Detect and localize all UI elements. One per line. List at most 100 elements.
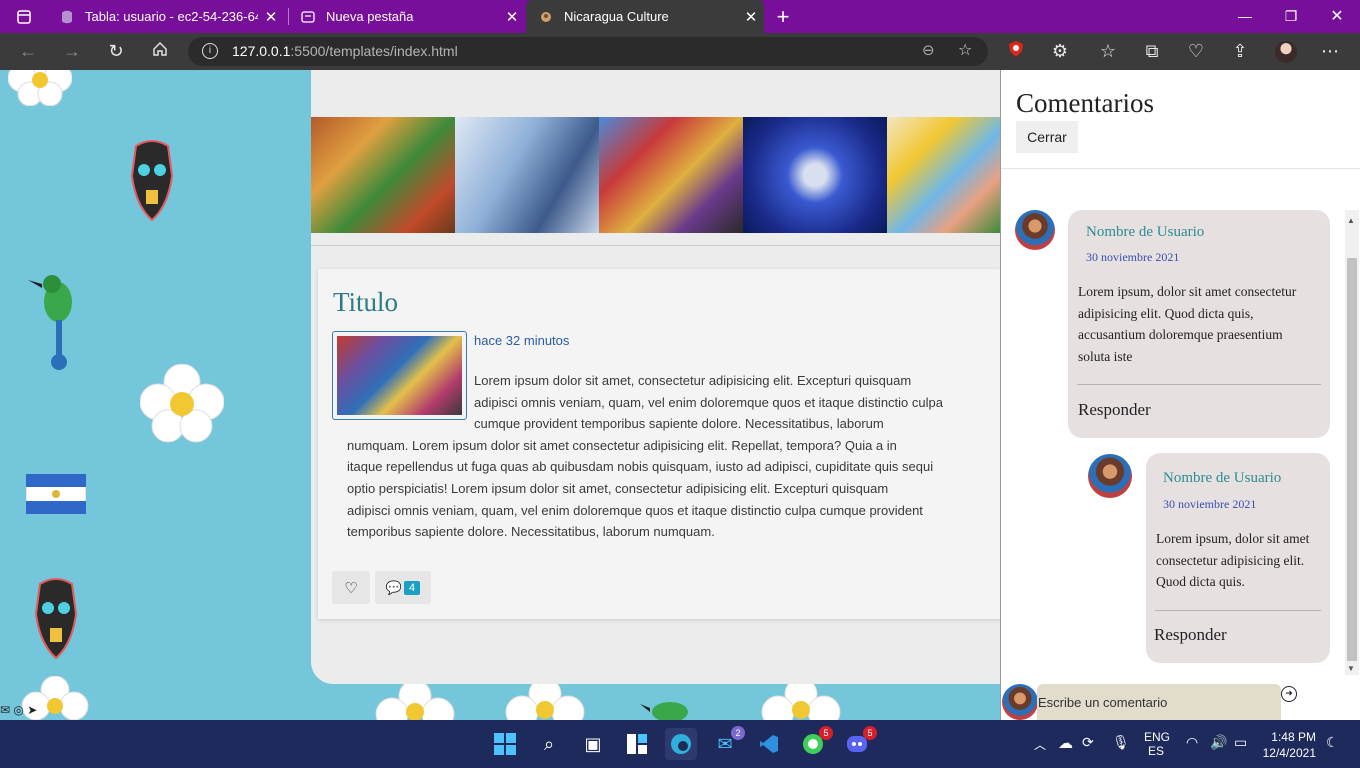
wifi-icon[interactable]: ◠: [1186, 734, 1198, 751]
search-button[interactable]: ⌕: [533, 728, 565, 760]
task-view-icon: ▣: [584, 733, 602, 754]
collections-button[interactable]: ⧉: [1134, 33, 1170, 70]
profile-button[interactable]: [1268, 33, 1304, 70]
show-hidden-icons[interactable]: ︿: [1034, 736, 1046, 753]
tab-nueva-pestana[interactable]: Nueva pestaña ✕: [288, 0, 525, 33]
new-tab-button[interactable]: +: [768, 0, 798, 33]
browser-toolbar: ← → ↻ i 127.0.0.1:5500/templates/index.h…: [0, 33, 1360, 70]
tab-title: Tabla: usuario - ec2-54-236-64-2: [85, 9, 258, 24]
settings-menu-button[interactable]: ⋯: [1312, 33, 1348, 70]
widgets-icon: [627, 734, 647, 754]
favorites-button[interactable]: ☆: [1090, 33, 1126, 70]
info-icon[interactable]: i: [202, 43, 218, 59]
notifications-icon[interactable]: ☾: [1326, 734, 1339, 751]
home-button[interactable]: [142, 33, 178, 70]
restore-button[interactable]: ❐: [1268, 0, 1314, 33]
avatar: [1002, 684, 1038, 720]
like-button[interactable]: ♡: [332, 571, 370, 604]
tab-nicaragua-culture[interactable]: Nicaragua Culture ✕: [526, 0, 764, 33]
whatsapp-icon[interactable]: ◎: [13, 703, 23, 717]
performance-button[interactable]: ♡: [1178, 33, 1214, 70]
avatar: [1275, 40, 1297, 63]
language-indicator[interactable]: ENG ES: [1144, 730, 1170, 758]
divider: [1155, 610, 1321, 611]
vscode-taskbar-button[interactable]: [753, 728, 785, 760]
url-host: 127.0.0.1: [232, 43, 291, 59]
clock-time: 1:48 PM: [1271, 730, 1316, 744]
heart-icon: ♡: [344, 579, 358, 597]
discord-badge: 5: [863, 726, 877, 740]
onedrive-icon[interactable]: ☁: [1058, 734, 1073, 752]
clock[interactable]: 1:48 PM 12/4/2021: [1262, 729, 1316, 761]
post-title: Titulo: [333, 287, 399, 317]
start-button[interactable]: [489, 728, 521, 760]
tab-title: Nueva pestaña: [326, 9, 414, 24]
discord-taskbar-button[interactable]: 5: [841, 726, 877, 760]
mail-icon[interactable]: ✉: [0, 703, 10, 717]
tab-title: Nicaragua Culture: [564, 9, 669, 24]
comment-input[interactable]: [1037, 684, 1281, 720]
shield-extension-icon: [1008, 40, 1024, 63]
extension-button[interactable]: [998, 33, 1034, 70]
mail-badge: 2: [731, 726, 745, 740]
divider: [1001, 168, 1360, 169]
close-comments-button[interactable]: Cerrar: [1016, 121, 1078, 153]
mask-icon: [34, 578, 78, 660]
back-button[interactable]: ←: [10, 33, 46, 70]
reply-button[interactable]: Responder: [1078, 400, 1151, 420]
sync-icon[interactable]: ⟳: [1082, 734, 1094, 751]
collections-icon: ⧉: [1145, 41, 1159, 61]
comments-button[interactable]: 💬 4: [375, 571, 431, 604]
mask-icon: [130, 140, 174, 222]
tab-usuario[interactable]: Tabla: usuario - ec2-54-236-64-2 ✕: [47, 0, 284, 33]
zoom-icon[interactable]: ⊖: [922, 41, 935, 59]
widgets-button[interactable]: [621, 728, 653, 760]
address-bar[interactable]: i 127.0.0.1:5500/templates/index.html ⊖ …: [188, 37, 988, 66]
nicaragua-flag-icon: [26, 474, 86, 514]
more-icon: ⋯: [1321, 41, 1339, 61]
culture-image-strip: [311, 117, 1001, 233]
post-body: Lorem ipsum dolor sit amet, consectetur …: [347, 373, 943, 540]
microphone-icon[interactable]: 🎙: [1112, 734, 1130, 751]
comment-username: Nombre de Usuario: [1163, 470, 1282, 486]
tab-actions-button[interactable]: [10, 0, 40, 33]
comments-panel: Comentarios Cerrar Nombre de Usuario 30 …: [1000, 70, 1360, 720]
send-icon[interactable]: ➜: [1281, 686, 1297, 702]
close-tab-icon[interactable]: ✕: [258, 8, 284, 26]
task-view-button[interactable]: ▣: [577, 728, 609, 760]
restore-icon: ❐: [1284, 8, 1298, 24]
reply-button[interactable]: Responder: [1154, 625, 1227, 645]
url-path: :5500/templates/index.html: [290, 43, 458, 59]
edge-taskbar-button[interactable]: [665, 728, 697, 760]
close-tab-icon[interactable]: ✕: [738, 8, 764, 26]
avatar: [1088, 454, 1132, 498]
scroll-up-icon[interactable]: ▲: [1347, 216, 1355, 225]
site-icon: [538, 9, 554, 25]
mail-taskbar-button[interactable]: ✉ 2: [709, 726, 745, 760]
scrollbar-thumb[interactable]: [1347, 258, 1357, 661]
windows-icon: [494, 733, 516, 755]
post-card: Titulo hace 32 minutos Lorem ipsum dolor…: [318, 269, 1001, 619]
share-button[interactable]: ⇪: [1222, 33, 1258, 70]
refresh-button[interactable]: ↻: [98, 33, 134, 70]
telegram-icon[interactable]: ➤: [27, 703, 37, 717]
add-favorite-icon[interactable]: ☆: [958, 40, 972, 60]
minimize-button[interactable]: —: [1222, 0, 1268, 33]
scroll-down-icon[interactable]: ▼: [1347, 664, 1355, 673]
battery-icon[interactable]: ▭: [1234, 734, 1247, 751]
refresh-icon: ↻: [108, 41, 124, 61]
flower-icon: [8, 70, 72, 106]
ruben-dario-image: [455, 117, 599, 233]
extensions-button[interactable]: ⚙: [1042, 33, 1078, 70]
whatsapp-taskbar-button[interactable]: 5: [797, 726, 833, 760]
close-tab-icon[interactable]: ✕: [499, 8, 525, 26]
forward-button[interactable]: →: [54, 33, 90, 70]
purisima-image: [743, 117, 887, 233]
share-icon: ⇪: [1232, 41, 1248, 61]
avatar: [1015, 210, 1055, 250]
flower-icon: [761, 678, 841, 720]
close-window-button[interactable]: ✕: [1314, 0, 1360, 33]
volume-icon[interactable]: 🔊: [1210, 734, 1227, 751]
url-text[interactable]: 127.0.0.1:5500/templates/index.html: [232, 43, 458, 59]
festival-image: [599, 117, 743, 233]
